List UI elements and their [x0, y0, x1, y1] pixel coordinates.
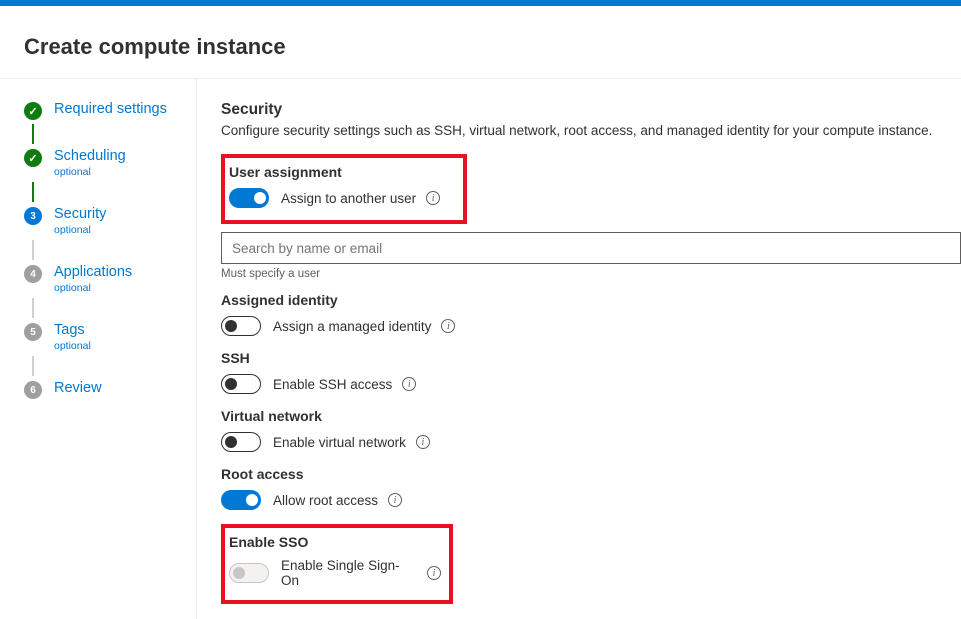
- check-icon: [24, 149, 42, 167]
- step-label: Scheduling: [54, 148, 126, 164]
- ssh-toggle[interactable]: [221, 374, 261, 394]
- info-icon[interactable]: i: [426, 191, 440, 205]
- step-label: Applications: [54, 264, 132, 280]
- step-sublabel: optional: [54, 282, 132, 294]
- step-security[interactable]: 3 Security optional: [24, 206, 196, 236]
- assigned-identity-title: Assigned identity: [221, 292, 961, 308]
- step-label: Tags: [54, 322, 91, 338]
- info-icon[interactable]: i: [388, 493, 402, 507]
- connector: [32, 240, 34, 260]
- step-required-settings[interactable]: Required settings: [24, 101, 196, 120]
- step-label: Security: [54, 206, 106, 222]
- step-review[interactable]: 6 Review: [24, 380, 196, 399]
- step-number-icon: 3: [24, 207, 42, 225]
- sso-title: Enable SSO: [229, 534, 441, 550]
- ssh-label: Enable SSH access: [273, 377, 392, 392]
- root-toggle[interactable]: [221, 490, 261, 510]
- ssh-title: SSH: [221, 350, 961, 366]
- user-assignment-title: User assignment: [229, 164, 455, 180]
- sso-label: Enable Single Sign-On: [281, 558, 417, 588]
- step-label: Review: [54, 380, 102, 396]
- wizard-sidebar: Required settings Scheduling optional 3 …: [0, 79, 197, 619]
- step-number-icon: 4: [24, 265, 42, 283]
- step-scheduling[interactable]: Scheduling optional: [24, 148, 196, 178]
- info-icon[interactable]: i: [427, 566, 441, 580]
- vnet-toggle[interactable]: [221, 432, 261, 452]
- connector: [32, 124, 34, 144]
- step-number-icon: 5: [24, 323, 42, 341]
- highlight-enable-sso: Enable SSO Enable Single Sign-On i: [221, 524, 453, 604]
- root-title: Root access: [221, 466, 961, 482]
- security-title: Security: [221, 101, 961, 119]
- managed-identity-toggle[interactable]: [221, 316, 261, 336]
- assign-user-toggle[interactable]: [229, 188, 269, 208]
- managed-identity-label: Assign a managed identity: [273, 319, 431, 334]
- security-description: Configure security settings such as SSH,…: [221, 123, 961, 138]
- assign-user-label: Assign to another user: [281, 191, 416, 206]
- user-search-input[interactable]: [221, 232, 961, 264]
- vnet-title: Virtual network: [221, 408, 961, 424]
- step-sublabel: optional: [54, 224, 106, 236]
- vnet-label: Enable virtual network: [273, 435, 406, 450]
- info-icon[interactable]: i: [441, 319, 455, 333]
- step-label: Required settings: [54, 101, 167, 117]
- root-label: Allow root access: [273, 493, 378, 508]
- highlight-user-assignment: User assignment Assign to another user i: [221, 154, 467, 224]
- connector: [32, 298, 34, 318]
- user-search-hint: Must specify a user: [221, 268, 961, 280]
- step-sublabel: optional: [54, 166, 126, 178]
- connector: [32, 356, 34, 376]
- check-icon: [24, 102, 42, 120]
- connector: [32, 182, 34, 202]
- security-panel: Security Configure security settings suc…: [197, 79, 961, 619]
- sso-toggle: [229, 563, 269, 583]
- step-applications[interactable]: 4 Applications optional: [24, 264, 196, 294]
- info-icon[interactable]: i: [402, 377, 416, 391]
- step-tags[interactable]: 5 Tags optional: [24, 322, 196, 352]
- step-sublabel: optional: [54, 340, 91, 352]
- step-number-icon: 6: [24, 381, 42, 399]
- info-icon[interactable]: i: [416, 435, 430, 449]
- page-title: Create compute instance: [0, 6, 961, 78]
